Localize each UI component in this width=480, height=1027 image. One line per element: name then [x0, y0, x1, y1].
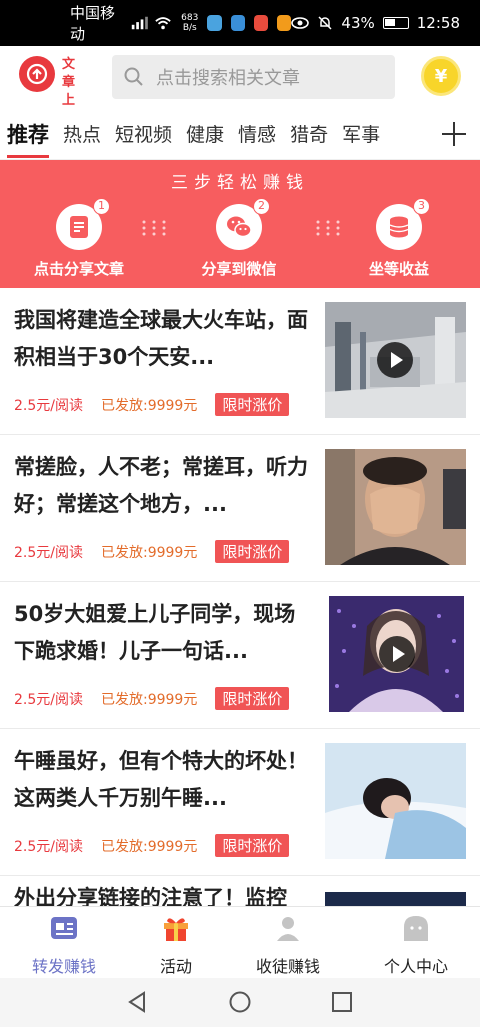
app-notification-icon: [253, 15, 269, 31]
nav-label: 个人中心: [383, 957, 448, 976]
reward-rate: 2.5元/阅读: [14, 691, 83, 708]
clock: 12:58: [416, 14, 460, 32]
net-speed: 683 B/s: [181, 13, 199, 33]
promo-step-2: 2 分享到微信: [164, 198, 314, 279]
nav-share-earn[interactable]: 转发赚钱: [4, 913, 124, 977]
play-icon[interactable]: [377, 342, 413, 378]
article-meta: 2.5元/阅读 已发放:9999元 限时涨价: [14, 393, 290, 416]
wechat-icon: [227, 216, 252, 238]
tab-hot[interactable]: 热点: [63, 120, 101, 147]
play-icon[interactable]: [379, 636, 415, 672]
article-card-partial[interactable]: 外出分享链接的注意了！监控: [0, 880, 480, 906]
article-card[interactable]: 常搓脸，人不老；常搓耳，听力好；常搓这个地方，... 2.5元/阅读 已发放:9…: [0, 435, 480, 582]
article-title: 50岁大姐爱上儿子同学，现场下跪求婚！儿子一句话...: [14, 602, 296, 663]
article-feed: 我国将建造全球最大火车站，面积相当于30个天安... 2.5元/阅读 已发放:9…: [0, 288, 480, 876]
wifi-icon: [155, 17, 171, 30]
carrier-label: 中国移动: [70, 4, 116, 43]
gift-icon: [164, 918, 188, 941]
promo-step-3: 3 坐等收益: [324, 198, 474, 279]
man-rubbing-face-image: [325, 449, 466, 565]
step-number: 1: [93, 198, 110, 215]
app-header: 文章上传 点击搜索相关文章 ¥: [0, 46, 480, 126]
nav-label: 收徒赚钱: [255, 957, 320, 976]
add-tab-icon[interactable]: [440, 120, 468, 148]
search-input[interactable]: 点击搜索相关文章: [112, 55, 395, 99]
tab-health[interactable]: 健康: [186, 120, 224, 147]
article-card[interactable]: 我国将建造全球最大火车站，面积相当于30个天安... 2.5元/阅读 已发放:9…: [0, 288, 480, 435]
app-logo-icon[interactable]: [19, 56, 55, 92]
step-label: 点击分享文章: [33, 260, 124, 278]
battery-percent: 43%: [341, 14, 375, 32]
promo-banner[interactable]: 三步轻松赚钱 1 点击分享文章 2 分享到微信 3 坐等收益: [0, 160, 480, 288]
article-thumbnail[interactable]: [329, 596, 464, 712]
nav-profile[interactable]: 个人中心: [356, 913, 476, 977]
article-meta: 2.5元/阅读 已发放:9999元 限时涨价: [14, 687, 290, 710]
signal-icon: [131, 16, 148, 30]
search-placeholder: 点击搜索相关文章: [156, 68, 300, 89]
step-number: 3: [413, 198, 430, 215]
promo-badge: 限时涨价: [215, 834, 290, 857]
document-icon: [70, 216, 88, 238]
tab-emotion[interactable]: 情感: [238, 120, 276, 147]
mute-icon: [318, 16, 332, 30]
article-title: 我国将建造全球最大火车站，面积相当于30个天安...: [14, 308, 308, 369]
paid-total: 已发放:9999元: [100, 397, 198, 414]
tab-curiosity[interactable]: 猎奇: [290, 120, 328, 147]
article-thumbnail[interactable]: [325, 302, 466, 418]
paid-total: 已发放:9999元: [100, 691, 198, 708]
nav-label: 转发赚钱: [31, 957, 96, 976]
system-nav-bar: [0, 978, 480, 1027]
article-meta: 2.5元/阅读 已发放:9999元 限时涨价: [14, 540, 290, 563]
search-icon: [124, 67, 143, 86]
article-card[interactable]: 50岁大姐爱上儿子同学，现场下跪求婚！儿子一句话... 2.5元/阅读 已发放:…: [0, 582, 480, 729]
nav-label: 活动: [159, 957, 192, 976]
article-thumbnail[interactable]: [325, 449, 466, 565]
reward-rate: 2.5元/阅读: [14, 397, 83, 414]
tab-military[interactable]: 军事: [342, 120, 380, 147]
bottom-nav: 转发赚钱 活动 收徒赚钱 个人中心: [0, 906, 480, 978]
app-notification-icon: [277, 15, 292, 31]
app-notification-icon: [230, 15, 245, 31]
status-bar: 中国移动 683 B/s 43% 12:58: [0, 0, 480, 46]
battery-icon: [382, 17, 409, 29]
nav-recruit-earn[interactable]: 收徒赚钱: [228, 913, 348, 977]
promo-title: 三步轻松赚钱: [171, 173, 309, 193]
category-tabs: 推荐 热点 短视频 健康 情感 猎奇 军事: [0, 108, 480, 160]
face-icon: [404, 916, 428, 941]
back-icon[interactable]: [126, 990, 150, 1014]
article-thumbnail[interactable]: [325, 743, 466, 859]
article-thumbnail: [325, 892, 466, 906]
promo-badge: 限时涨价: [215, 540, 290, 563]
share-card-icon: [51, 917, 77, 939]
article-title: 常搓脸，人不老；常搓耳，听力好；常搓这个地方，...: [14, 455, 308, 516]
promo-badge: 限时涨价: [215, 393, 290, 416]
reward-rate: 2.5元/阅读: [14, 544, 83, 561]
tab-recommend[interactable]: 推荐: [7, 119, 49, 158]
tab-short-video[interactable]: 短视频: [115, 120, 172, 147]
recents-icon[interactable]: [330, 990, 354, 1014]
person-icon: [277, 917, 299, 941]
sleeping-person-image: [325, 743, 466, 859]
nav-activity[interactable]: 活动: [116, 913, 236, 977]
article-meta: 2.5元/阅读 已发放:9999元 限时涨价: [14, 834, 290, 857]
step-label: 坐等收益: [368, 260, 429, 278]
promo-step-1: 1 点击分享文章: [4, 198, 154, 279]
eye-icon: [291, 17, 310, 29]
step-label: 分享到微信: [201, 260, 277, 278]
article-card[interactable]: 午睡虽好，但有个特大的坏处！这两类人千万别午睡... 2.5元/阅读 已发放:9…: [0, 729, 480, 876]
step-number: 2: [253, 198, 270, 215]
reward-rate: 2.5元/阅读: [14, 838, 83, 855]
promo-badge: 限时涨价: [215, 687, 290, 710]
article-title: 外出分享链接的注意了！监控: [14, 886, 287, 906]
article-title: 午睡虽好，但有个特大的坏处！这两类人千万别午睡...: [14, 749, 308, 810]
paid-total: 已发放:9999元: [100, 544, 198, 561]
coin-icon[interactable]: ¥: [421, 56, 461, 96]
home-icon[interactable]: [228, 990, 252, 1014]
paid-total: 已发放:9999元: [100, 838, 198, 855]
app-notification-icon: [207, 15, 222, 31]
coins-icon: [389, 216, 409, 238]
